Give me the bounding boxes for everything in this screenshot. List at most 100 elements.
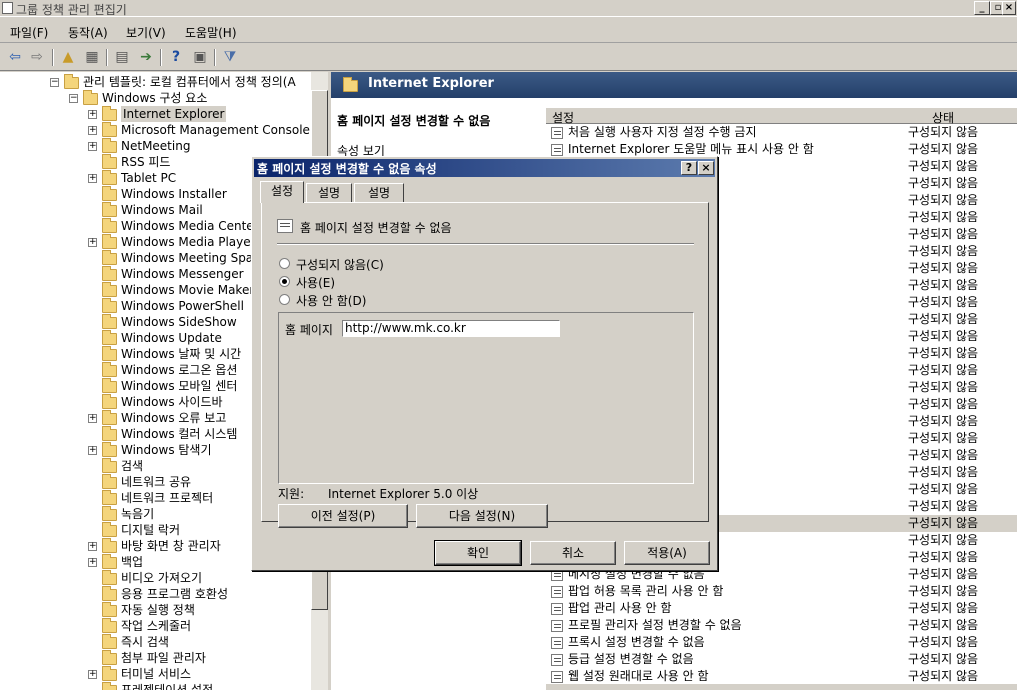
policy-row[interactable]: 팝업 관리 사용 안 함 구성되지 않음 — [546, 600, 1017, 617]
policy-state: 구성되지 않음 — [908, 363, 979, 377]
menu-help[interactable]: 도움말(H) — [185, 24, 237, 41]
policy-state: 구성되지 않음 — [908, 550, 979, 564]
next-setting-button[interactable]: 다음 설정(N) — [416, 504, 548, 528]
tree-item[interactable]: Windows Mail — [121, 202, 203, 218]
apply-button[interactable]: 적용(A) — [624, 541, 710, 565]
tree-expander-icon[interactable]: + — [88, 126, 97, 135]
tree-item[interactable]: 백업 — [121, 554, 143, 570]
menu-action[interactable]: 동작(A) — [68, 24, 108, 41]
policy-state: 구성되지 않음 — [908, 465, 979, 479]
show-hide-tree-icon[interactable]: ▦ — [82, 48, 102, 67]
policy-row[interactable]: 프록시 설정 변경할 수 없음 구성되지 않음 — [546, 634, 1017, 651]
tree-item[interactable]: Windows 로그온 옵션 — [121, 362, 237, 378]
back-arrow-icon[interactable]: ⇦ — [5, 48, 25, 67]
ok-button[interactable]: 확인 — [434, 540, 522, 566]
radio-not-configured[interactable] — [279, 258, 290, 269]
tree-item[interactable]: Windows 컬러 시스템 — [121, 426, 237, 442]
up-folder-icon[interactable]: ▲ — [58, 48, 78, 67]
tree-expander-icon[interactable]: + — [88, 142, 97, 151]
tree-item[interactable]: Windows Update — [121, 330, 222, 346]
tree-item[interactable]: RSS 피드 — [121, 154, 170, 170]
tree-item[interactable]: Windows 모바일 센터 — [121, 378, 237, 394]
tree-item[interactable]: NetMeeting — [121, 138, 190, 154]
tree-item[interactable]: Microsoft Management Console — [121, 122, 310, 138]
folder-icon — [102, 186, 117, 201]
help-icon[interactable]: ? — [166, 48, 186, 67]
horizontal-scrollbar[interactable] — [546, 684, 1017, 690]
tree-item[interactable]: Windows Movie Maker — [121, 282, 254, 298]
policy-row[interactable]: 웹 설정 원래대로 사용 안 함 구성되지 않음 — [546, 668, 1017, 685]
filter-icon[interactable]: ⧩ — [220, 48, 240, 67]
close-button[interactable]: × — [1002, 1, 1016, 15]
policy-row[interactable]: 프로필 관리자 설정 변경할 수 없음 구성되지 않음 — [546, 617, 1017, 634]
tree-item[interactable]: 검색 — [121, 458, 143, 474]
cancel-button[interactable]: 취소 — [530, 541, 616, 565]
tab-settings[interactable]: 설정 — [260, 181, 304, 203]
tree-item[interactable]: 디지털 락커 — [121, 522, 180, 538]
tree-item[interactable]: Windows Media Cente — [121, 218, 254, 234]
policy-row[interactable]: 처음 실행 사용자 지정 설정 수행 금지 구성되지 않음 — [546, 124, 1017, 141]
tree-item[interactable]: Windows 탐색기 — [121, 442, 212, 458]
tree-item[interactable]: 네트워크 공유 — [121, 474, 191, 490]
forward-arrow-icon[interactable]: ⇨ — [27, 48, 47, 67]
tree-item[interactable]: 네트워크 프로젝터 — [121, 490, 213, 506]
tree-expander-icon[interactable]: + — [88, 174, 97, 183]
tree-expander-icon[interactable]: + — [88, 238, 97, 247]
tree-item[interactable]: Windows Installer — [121, 186, 227, 202]
tree-item[interactable]: Windows 날짜 및 시간 — [121, 346, 241, 362]
tree-expander-icon[interactable]: − — [69, 94, 78, 103]
folder-icon — [102, 202, 117, 217]
option-disabled-label[interactable]: 사용 안 함(D) — [296, 292, 366, 309]
previous-setting-button[interactable]: 이전 설정(P) — [278, 504, 408, 528]
option-enabled-label[interactable]: 사용(E) — [296, 274, 335, 291]
tree-expander-icon[interactable]: + — [88, 542, 97, 551]
policy-state: 구성되지 않음 — [908, 431, 979, 445]
tree-expander-icon[interactable]: + — [88, 558, 97, 567]
tree-item[interactable]: Windows PowerShell — [121, 298, 244, 314]
tree-item[interactable]: Windows 구성 요소 — [102, 90, 207, 106]
tab-comment[interactable]: 설명 — [354, 183, 404, 203]
homepage-input[interactable]: http://www.mk.co.kr — [342, 320, 560, 337]
dialog-close-button[interactable]: × — [698, 161, 714, 175]
export-list-icon[interactable]: ➔ — [136, 48, 156, 67]
dialog-help-button[interactable]: ? — [681, 161, 697, 175]
menu-view[interactable]: 보기(V) — [126, 24, 166, 41]
tree-item[interactable]: 첨부 파일 관리자 — [121, 650, 206, 666]
tree-item[interactable]: 비디오 가져오기 — [121, 570, 202, 586]
folder-icon — [102, 154, 117, 169]
tree-expander-icon[interactable]: + — [88, 414, 97, 423]
minimize-button[interactable]: _ — [974, 1, 990, 15]
tree-item[interactable]: 자동 실행 정책 — [121, 602, 195, 618]
tree-item[interactable]: 즉시 검색 — [121, 634, 169, 650]
tree-item[interactable]: Windows 사이드바 — [121, 394, 223, 410]
tree-item[interactable]: 프레젠테이션 설정 — [121, 682, 213, 690]
tree-item[interactable]: Windows Messenger — [121, 266, 244, 282]
tree-item[interactable]: Windows Meeting Spac — [121, 250, 260, 266]
tree-item[interactable]: 작업 스케줄러 — [121, 618, 191, 634]
option-not-configured-label[interactable]: 구성되지 않음(C) — [296, 256, 384, 273]
policy-row[interactable]: 팝업 허용 목록 관리 사용 안 함 구성되지 않음 — [546, 583, 1017, 600]
tree-expander-icon[interactable]: + — [88, 670, 97, 679]
tree-item[interactable]: Windows SideShow — [121, 314, 237, 330]
menu-file[interactable]: 파일(F) — [10, 24, 48, 41]
tree-item[interactable]: 관리 템플릿: 로컬 컴퓨터에서 정책 정의(A — [83, 74, 296, 90]
properties-icon[interactable]: ▤ — [112, 48, 132, 67]
folder-icon — [102, 490, 117, 505]
tree-expander-icon[interactable]: − — [50, 78, 59, 87]
policy-row[interactable]: 등급 설정 변경할 수 없음 구성되지 않음 — [546, 651, 1017, 668]
tree-item[interactable]: Internet Explorer — [121, 106, 227, 122]
tree-expander-icon[interactable]: + — [88, 110, 97, 119]
radio-enabled[interactable] — [279, 276, 290, 287]
tree-item[interactable]: 터미널 서비스 — [121, 666, 191, 682]
tree-item[interactable]: 응용 프로그램 호환성 — [121, 586, 228, 602]
tab-explain[interactable]: 설명 — [306, 183, 352, 203]
tree-item[interactable]: 녹음기 — [121, 506, 154, 522]
tree-item[interactable]: Windows 오류 보고 — [121, 410, 226, 426]
tree-item[interactable]: Tablet PC — [121, 170, 176, 186]
radio-disabled[interactable] — [279, 294, 290, 305]
folder-icon — [102, 458, 117, 473]
tree-expander-icon[interactable]: + — [88, 446, 97, 455]
tree-item[interactable]: 바탕 화면 창 관리자 — [121, 538, 221, 554]
view-icon[interactable]: ▣ — [190, 48, 210, 67]
tree-item[interactable]: Windows Media Playe — [121, 234, 251, 250]
